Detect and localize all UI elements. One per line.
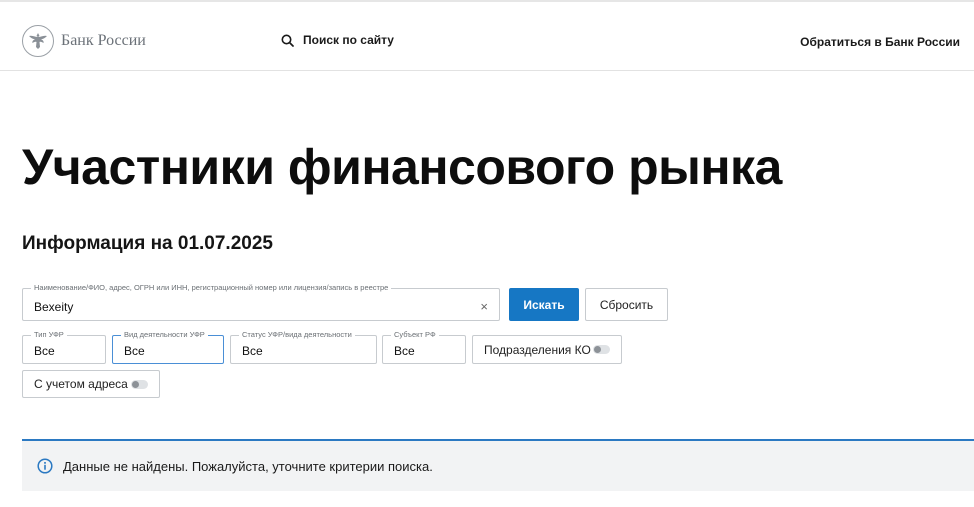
site-search-link[interactable]: Поиск по сайту [281, 33, 394, 47]
contact-bank-link[interactable]: Обратиться в Банк России [800, 35, 960, 49]
with-address-toggle[interactable]: С учетом адреса [22, 370, 160, 398]
filter-region-value: Все [394, 344, 415, 358]
bank-logo[interactable]: Банк России [22, 25, 146, 57]
with-address-switch[interactable] [131, 379, 148, 389]
ko-divisions-toggle[interactable]: Подразделения КО [472, 335, 622, 364]
no-results-notice: Данные не найдены. Пожалуйста, уточните … [22, 439, 974, 491]
search-button[interactable]: Искать [509, 288, 579, 321]
filter-activity-value: Все [124, 344, 145, 358]
filter-region-select[interactable]: Субъект РФ Все [382, 330, 466, 364]
filter-type-legend: Тип УФР [31, 330, 67, 340]
eagle-emblem-icon [22, 25, 54, 57]
filter-status-value: Все [242, 344, 263, 358]
filter-status-select[interactable]: Статус УФР/вида деятельности Все [230, 330, 377, 364]
search-query-field[interactable]: Наименование/ФИО, адрес, ОГРН или ИНН, р… [22, 283, 500, 321]
filter-region-legend: Субъект РФ [391, 330, 439, 340]
no-results-text: Данные не найдены. Пожалуйста, уточните … [63, 458, 433, 474]
ko-divisions-switch[interactable] [593, 345, 610, 354]
search-query-legend: Наименование/ФИО, адрес, ОГРН или ИНН, р… [31, 283, 392, 293]
info-icon [37, 458, 53, 474]
filter-activity-select[interactable]: Вид деятельности УФР Все [112, 330, 224, 364]
filter-type-value: Все [34, 344, 55, 358]
filter-status-legend: Статус УФР/вида деятельности [239, 330, 355, 340]
filter-type-select[interactable]: Тип УФР Все [22, 330, 106, 364]
search-query-value[interactable]: Bexeity [34, 300, 73, 314]
logo-text: Банк России [61, 32, 146, 49]
page-title: Участники финансового рынка [22, 139, 782, 195]
with-address-label: С учетом адреса [34, 377, 128, 391]
search-icon [281, 34, 294, 47]
search-link-label: Поиск по сайту [303, 33, 394, 47]
toggle-knob [132, 380, 139, 388]
ko-divisions-label: Подразделения КО [484, 342, 591, 357]
clear-icon[interactable]: × [480, 299, 488, 314]
reset-button[interactable]: Сбросить [585, 288, 668, 321]
site-header: Банк России Поиск по сайту Обратиться в … [0, 2, 974, 71]
filter-activity-legend: Вид деятельности УФР [121, 330, 208, 340]
toggle-knob [594, 346, 601, 353]
info-date-heading: Информация на 01.07.2025 [22, 233, 273, 254]
